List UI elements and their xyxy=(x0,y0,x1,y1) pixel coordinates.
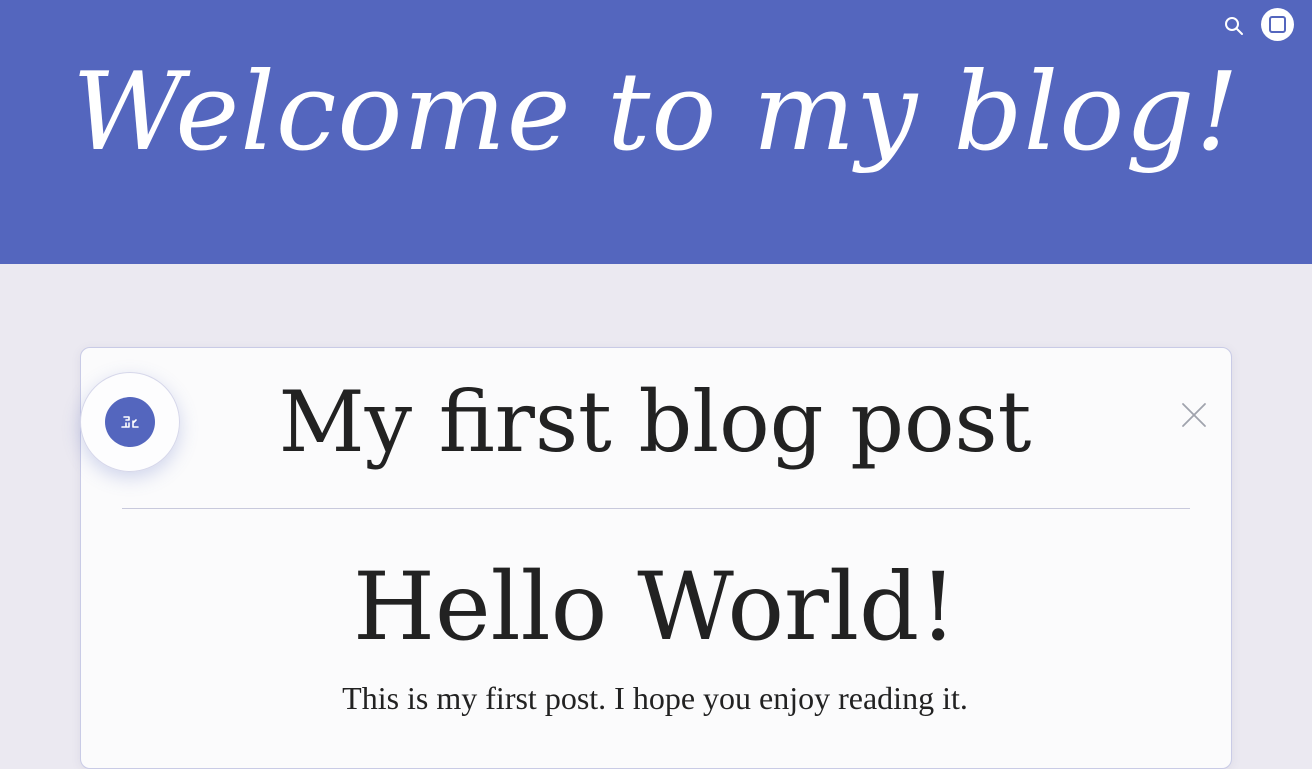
search-button[interactable] xyxy=(1220,12,1248,40)
window-button[interactable] xyxy=(1261,8,1294,41)
blog-title: Welcome to my blog! xyxy=(72,50,1240,175)
post-title: My first blog post xyxy=(278,373,1032,471)
blog-header: Welcome to my blog! xyxy=(0,0,1312,264)
close-icon xyxy=(1182,403,1206,427)
post-body: This is my first post. I hope you enjoy … xyxy=(342,680,968,716)
divider xyxy=(122,508,1190,509)
close-button[interactable] xyxy=(1180,401,1208,429)
post-heading: Hello World! xyxy=(353,553,957,662)
window-icon xyxy=(1269,16,1286,33)
search-icon xyxy=(1225,17,1243,35)
